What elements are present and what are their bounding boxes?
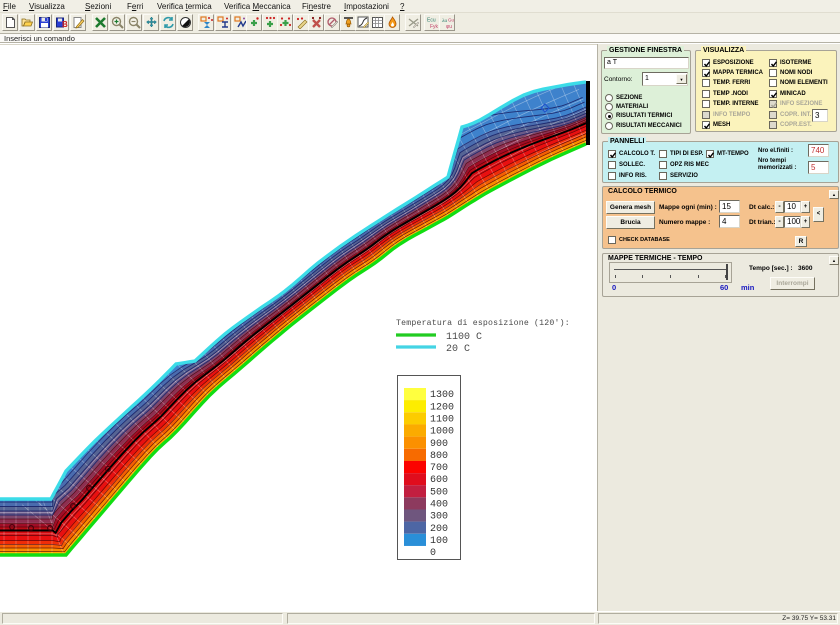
svg-text:800: 800 <box>430 451 448 462</box>
svg-text:Temperatura di esposizione (12: Temperatura di esposizione (120'): <box>396 318 570 328</box>
svg-text:0: 0 <box>430 548 436 559</box>
svg-text:φu: φu <box>446 24 452 29</box>
svg-text:Ecu: Ecu <box>427 18 436 24</box>
svg-text:700: 700 <box>430 463 448 474</box>
svg-text:500: 500 <box>430 487 448 498</box>
svg-text:300: 300 <box>430 512 448 523</box>
svg-text:400: 400 <box>430 500 448 511</box>
svg-text:Fyk: Fyk <box>430 24 439 29</box>
svg-text:1200: 1200 <box>430 402 454 413</box>
svg-text:20 C: 20 C <box>446 344 470 355</box>
svg-text:1000: 1000 <box>430 427 454 438</box>
svg-text:900: 900 <box>430 439 448 450</box>
svg-text:B: B <box>62 20 68 29</box>
svg-text:1100: 1100 <box>430 415 454 426</box>
svg-text:Gu: Gu <box>448 18 454 23</box>
svg-text:1300: 1300 <box>430 390 454 401</box>
svg-text:100: 100 <box>430 536 448 547</box>
svg-text:600: 600 <box>430 475 448 486</box>
svg-text:1100 C: 1100 C <box>446 332 482 343</box>
svg-text:200: 200 <box>430 524 448 535</box>
